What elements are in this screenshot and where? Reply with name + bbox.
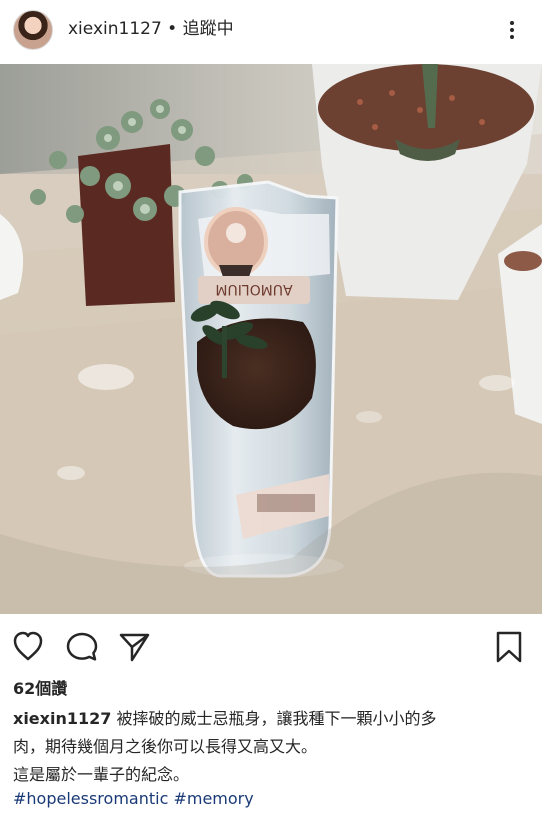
follow-status[interactable]: 追蹤中	[183, 19, 234, 39]
post-actions	[0, 620, 542, 670]
hashtag-memory[interactable]: #memory	[173, 789, 253, 808]
comment-bubble-icon[interactable]	[65, 630, 99, 664]
hashtag-hopelessromantic[interactable]: #hopelessromantic	[13, 789, 168, 808]
post-photo[interactable]: AUMOLIUM	[0, 64, 542, 614]
caption-line-2: 肉，期待幾個月之後你可以長得又高又大。	[13, 737, 318, 756]
post-username[interactable]: xiexin1127	[68, 19, 162, 39]
profile-avatar[interactable]	[13, 10, 53, 50]
caption-username[interactable]: xiexin1127	[13, 709, 111, 728]
separator-dot: •	[161, 19, 183, 39]
post-image: AUMOLIUM	[0, 64, 542, 614]
bookmark-icon[interactable]	[492, 630, 526, 664]
more-options-icon[interactable]	[502, 18, 522, 44]
hashtag-list: #hopelessromantic #memory	[13, 785, 254, 813]
post-caption: xiexin1127 被摔破的威士忌瓶身，讓我種下一顆小小的多 肉，期待幾個月之…	[13, 705, 523, 789]
caption-line-3: 這是屬於一輩子的紀念。	[13, 765, 190, 784]
heart-icon[interactable]	[11, 630, 45, 664]
paper-plane-icon[interactable]	[118, 630, 152, 664]
svg-text:AUMOLIUM: AUMOLIUM	[215, 281, 292, 297]
caption-line-1: 被摔破的威士忌瓶身，讓我種下一顆小小的多	[116, 709, 437, 728]
post-header: xiexin1127 • 追蹤中	[0, 0, 542, 62]
post-author-line: xiexin1127 • 追蹤中	[68, 17, 234, 41]
like-count[interactable]: 62個讚	[13, 678, 67, 700]
